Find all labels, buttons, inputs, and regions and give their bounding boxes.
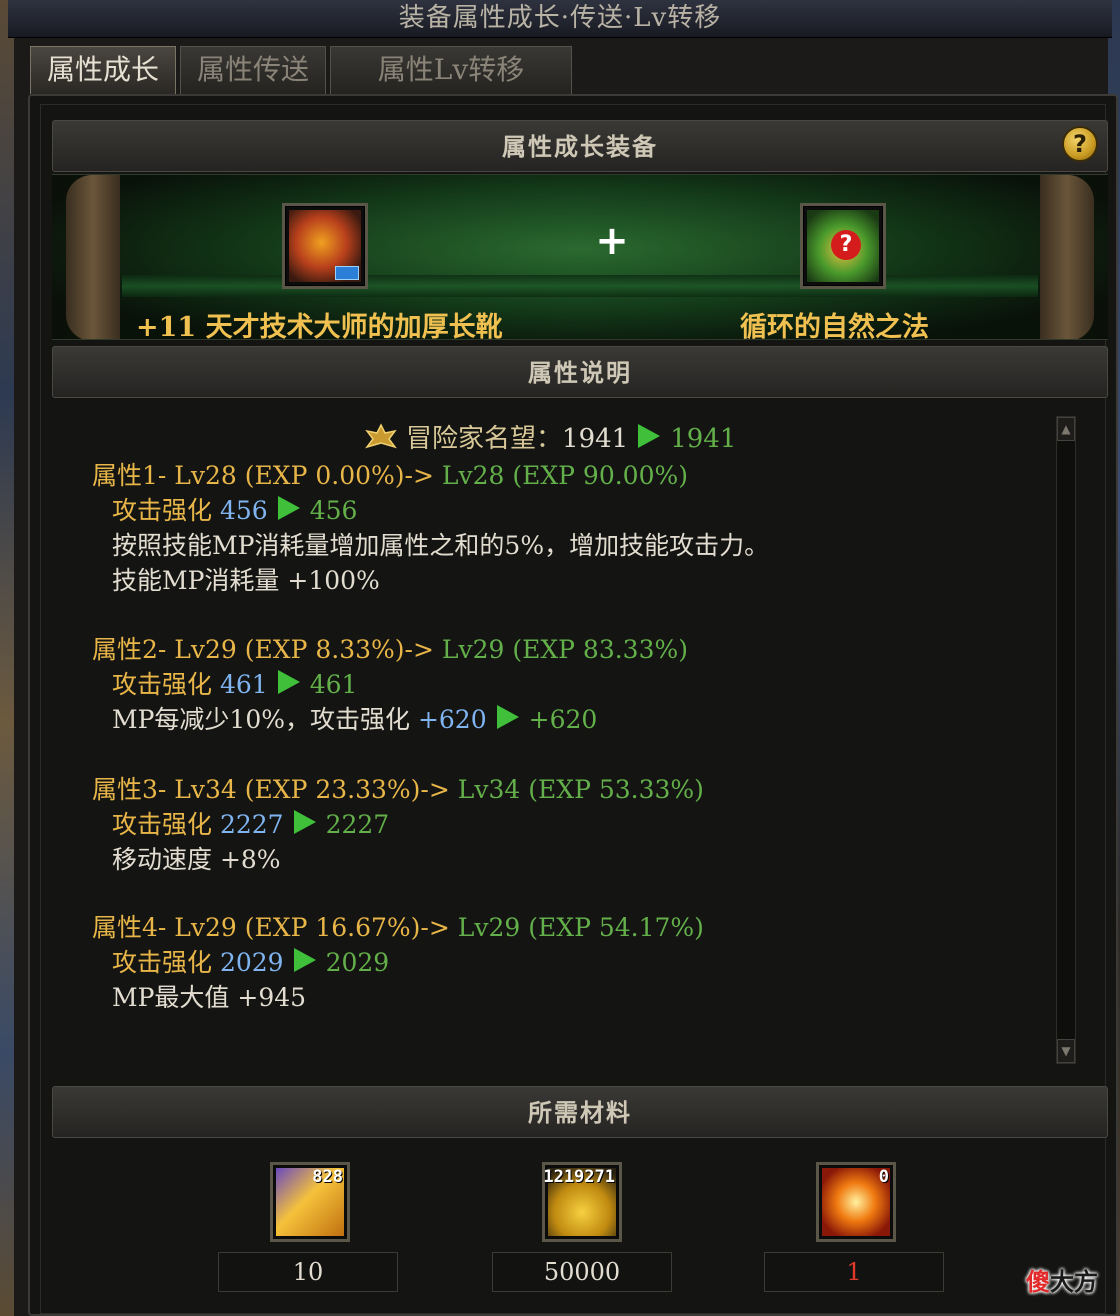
attribute-description: 冒险家名望：1941 1941 属性1- Lv28 (EXP 0.00%)-> L…: [52, 402, 1108, 1082]
attr-1-atk-to: 456: [309, 496, 358, 525]
arrow-right-icon: [293, 948, 316, 972]
left-item-name: +11 天才技术大师的加厚长靴: [136, 312, 503, 340]
attr-2-extra-from: +620: [417, 705, 487, 734]
material-slot-3[interactable]: 0: [816, 1162, 896, 1242]
desc-section-title: 属性说明: [528, 358, 632, 387]
attribute-2: 属性2- Lv29 (EXP 8.33%)-> Lv29 (EXP 83.33%…: [92, 632, 688, 737]
attr-1-line-2: 技能MP消耗量 +100%: [112, 566, 380, 595]
equip-slot-left[interactable]: [282, 203, 368, 289]
tab-attribute-growth[interactable]: 属性成长: [30, 46, 176, 94]
background-left: [0, 0, 14, 1316]
window-title: 装备属性成长·传送·Lv转移: [8, 0, 1112, 38]
panel-cap-right: [1040, 175, 1094, 339]
panel-rail: [122, 275, 1038, 297]
attr-3-line-1: 移动速度 +8%: [112, 845, 281, 874]
attribute-1: 属性1- Lv28 (EXP 0.00%)-> Lv28 (EXP 90.00%…: [92, 458, 769, 598]
scroll-down-icon[interactable]: ▼: [1057, 1039, 1075, 1063]
watermark-part-1: 傻: [1026, 1267, 1050, 1296]
attr-1-title-after: Lv28 (EXP 90.00%): [441, 461, 689, 490]
attribute-4: 属性4- Lv29 (EXP 16.67%)-> Lv29 (EXP 54.17…: [92, 910, 704, 1015]
material-3-owned: 0: [878, 1167, 889, 1187]
attr-4-line-1: MP最大值 +945: [112, 983, 307, 1012]
attr-4-atk-to: 2029: [325, 948, 390, 977]
scroll-up-icon[interactable]: ▲: [1057, 417, 1075, 441]
equip-panel: + ? +11 天才技术大师的加厚长靴 循环的自然之法: [52, 174, 1108, 340]
attr-4-title: 属性4- Lv29 (EXP 16.67%)->: [92, 913, 450, 942]
attr-1-title: 属性1- Lv28 (EXP 0.00%)->: [92, 461, 434, 490]
plus-icon: +: [595, 218, 629, 264]
unknown-item-icon: ?: [807, 210, 879, 282]
materials-area: 828 10 1219271 50000 0 1: [52, 1162, 1108, 1302]
material-3-required-box: 1: [764, 1252, 944, 1292]
scrollbar[interactable]: ▲ ▼: [1056, 416, 1076, 1064]
arrow-right-icon: [277, 496, 300, 520]
arrow-right-icon: [496, 705, 519, 729]
material-2-required: 50000: [543, 1258, 621, 1286]
help-icon[interactable]: ?: [1062, 126, 1098, 162]
material-2-required-box: 50000: [492, 1252, 672, 1292]
tab-attribute-lv-transfer[interactable]: 属性Lv转移: [330, 46, 572, 94]
attr-2-atk-from: 461: [219, 670, 268, 699]
attr-4-title-after: Lv29 (EXP 54.17%): [457, 913, 704, 942]
attr-4-atk-label: 攻击强化: [112, 948, 213, 977]
attr-2-extra-to: +620: [528, 705, 598, 734]
question-mark-icon: ?: [831, 230, 861, 260]
fame-from: 1941: [562, 424, 629, 454]
equip-section-header: 属性成长装备: [52, 120, 1108, 172]
materials-section-header: 所需材料: [52, 1086, 1108, 1138]
fame-separator: ：: [536, 424, 563, 454]
watermark-logo: 傻大方: [1026, 1262, 1098, 1297]
attribute-3: 属性3- Lv34 (EXP 23.33%)-> Lv34 (EXP 53.33…: [92, 772, 704, 877]
material-3-required: 1: [846, 1258, 862, 1286]
arrow-right-icon: [277, 670, 300, 694]
attr-2-title-after: Lv29 (EXP 83.33%): [441, 635, 689, 664]
arrow-right-icon: [638, 424, 661, 448]
attr-3-title: 属性3- Lv34 (EXP 23.33%)->: [92, 775, 450, 804]
right-item-name: 循环的自然之法: [740, 312, 929, 340]
attr-1-atk-from: 456: [219, 496, 268, 525]
attr-3-atk-label: 攻击强化: [112, 810, 213, 839]
watermark-part-2: 大方: [1050, 1267, 1098, 1296]
attr-2-extra-label: MP每减少10%，攻击强化: [112, 705, 410, 734]
attr-1-line-1: 按照技能MP消耗量增加属性之和的5%，增加技能攻击力。: [112, 531, 770, 560]
attr-2-title: 属性2- Lv29 (EXP 8.33%)->: [92, 635, 434, 664]
attr-2-atk-to: 461: [309, 670, 358, 699]
attr-4-atk-from: 2029: [219, 948, 284, 977]
material-slot-1[interactable]: 828: [270, 1162, 350, 1242]
material-slot-2[interactable]: 1219271: [542, 1162, 622, 1242]
attr-3-atk-to: 2227: [325, 810, 390, 839]
fame-icon: [365, 423, 397, 449]
tab-attribute-transfer[interactable]: 属性传送: [180, 46, 326, 94]
materials-section-title: 所需材料: [528, 1098, 632, 1127]
attr-3-atk-from: 2227: [219, 810, 284, 839]
material-1-required: 10: [292, 1258, 324, 1286]
material-2-owned: 1219271: [543, 1167, 615, 1187]
attr-1-atk-label: 攻击强化: [112, 496, 213, 525]
attr-2-atk-label: 攻击强化: [112, 670, 213, 699]
attr-3-title-after: Lv34 (EXP 53.33%): [457, 775, 704, 804]
material-1-required-box: 10: [218, 1252, 398, 1292]
panel-cap-left: [66, 175, 120, 339]
growth-window: 属性成长装备 ? + ? +11 天才技术大师的加厚长靴 循环的自然之法 属性说…: [28, 94, 1118, 1316]
arrow-right-icon: [293, 810, 316, 834]
equip-section-title: 属性成长装备: [502, 132, 658, 161]
fame-line: 冒险家名望：1941 1941: [364, 418, 736, 454]
fame-label: 冒险家名望: [406, 424, 537, 454]
equip-slot-right[interactable]: ?: [800, 203, 886, 289]
desc-section-header: 属性说明: [52, 346, 1108, 398]
boots-icon: [289, 210, 361, 282]
material-1-owned: 828: [312, 1167, 343, 1187]
fame-to: 1941: [670, 424, 737, 454]
